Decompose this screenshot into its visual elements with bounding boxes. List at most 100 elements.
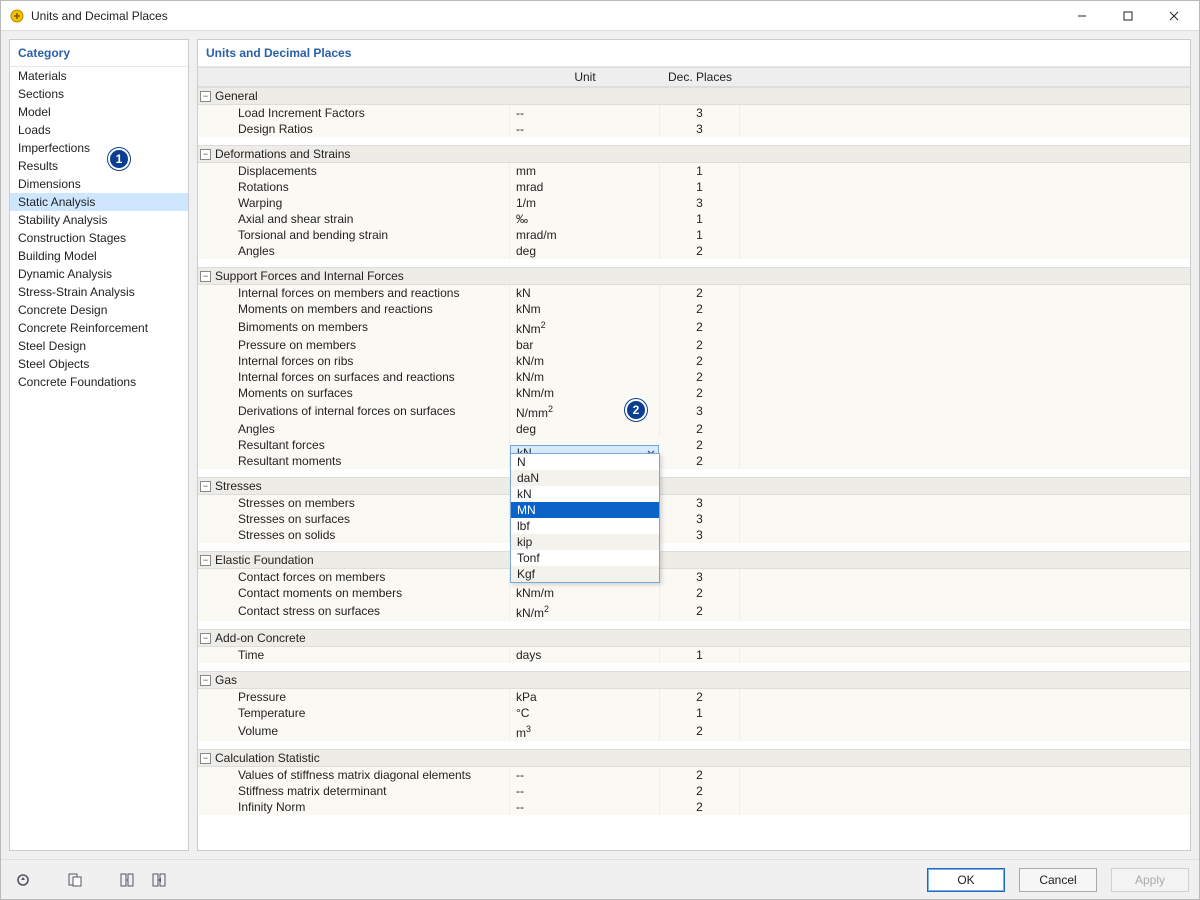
unit-cell[interactable]: kN/m: [510, 369, 660, 385]
dec-places-cell[interactable]: 2: [660, 437, 740, 453]
collapse-icon[interactable]: −: [200, 149, 211, 160]
sidebar-item[interactable]: Stability Analysis: [10, 211, 188, 229]
sidebar-item[interactable]: Static Analysis: [10, 193, 188, 211]
unit-cell[interactable]: kNm/m: [510, 585, 660, 601]
minimize-button[interactable]: [1059, 1, 1105, 31]
dec-places-cell[interactable]: 3: [660, 527, 740, 543]
dropdown-option[interactable]: Tonf: [511, 550, 659, 566]
sidebar-item[interactable]: Results: [10, 157, 188, 175]
dropdown-option[interactable]: kN: [511, 486, 659, 502]
sidebar-item[interactable]: Model: [10, 103, 188, 121]
sidebar-item[interactable]: Loads: [10, 121, 188, 139]
sidebar-item[interactable]: Stress-Strain Analysis: [10, 283, 188, 301]
unit-cell[interactable]: ‰: [510, 211, 660, 227]
unit-cell[interactable]: --: [510, 105, 660, 121]
dec-places-cell[interactable]: 1: [660, 211, 740, 227]
dec-places-cell[interactable]: 2: [660, 337, 740, 353]
collapse-icon[interactable]: −: [200, 633, 211, 644]
unit-cell[interactable]: mrad: [510, 179, 660, 195]
sidebar-item[interactable]: Steel Objects: [10, 355, 188, 373]
dec-places-cell[interactable]: 2: [660, 285, 740, 301]
sidebar-item[interactable]: Dimensions: [10, 175, 188, 193]
unit-cell[interactable]: days: [510, 647, 660, 663]
section-header[interactable]: −Add-on Concrete: [198, 629, 1190, 647]
dec-places-cell[interactable]: 2: [660, 421, 740, 437]
cancel-button[interactable]: Cancel: [1019, 868, 1097, 892]
section-header[interactable]: −Deformations and Strains: [198, 145, 1190, 163]
dropdown-option[interactable]: Kgf: [511, 566, 659, 582]
dec-places-cell[interactable]: 2: [660, 385, 740, 401]
unit-cell[interactable]: kN/m: [510, 353, 660, 369]
unit-cell[interactable]: kNm: [510, 301, 660, 317]
dec-places-cell[interactable]: 2: [660, 319, 740, 335]
section-header[interactable]: −Calculation Statistic: [198, 749, 1190, 767]
dec-places-cell[interactable]: 2: [660, 453, 740, 469]
sidebar-item[interactable]: Concrete Design: [10, 301, 188, 319]
unit-cell[interactable]: bar: [510, 337, 660, 353]
dropdown-option[interactable]: kip: [511, 534, 659, 550]
dec-places-cell[interactable]: 3: [660, 105, 740, 121]
import-profile-button[interactable]: [115, 868, 139, 892]
unit-cell[interactable]: °C: [510, 705, 660, 721]
dropdown-option[interactable]: N: [511, 454, 659, 470]
dec-places-cell[interactable]: 2: [660, 783, 740, 799]
maximize-button[interactable]: [1105, 1, 1151, 31]
dec-places-cell[interactable]: 1: [660, 647, 740, 663]
sidebar-item[interactable]: Imperfections: [10, 139, 188, 157]
dec-places-cell[interactable]: 2: [660, 353, 740, 369]
unit-cell[interactable]: deg: [510, 243, 660, 259]
unit-cell[interactable]: --: [510, 799, 660, 815]
dec-places-cell[interactable]: 2: [660, 767, 740, 783]
dec-places-cell[interactable]: 2: [660, 301, 740, 317]
export-profile-button[interactable]: [147, 868, 171, 892]
dec-places-cell[interactable]: 2: [660, 603, 740, 619]
collapse-icon[interactable]: −: [200, 271, 211, 282]
collapse-icon[interactable]: −: [200, 675, 211, 686]
dec-places-cell[interactable]: 2: [660, 585, 740, 601]
unit-dropdown[interactable]: NdaNkNMNlbfkipTonfKgf: [510, 453, 660, 583]
unit-cell[interactable]: kPa: [510, 689, 660, 705]
unit-cell[interactable]: 1/m: [510, 195, 660, 211]
dec-places-cell[interactable]: 1: [660, 227, 740, 243]
unit-cell[interactable]: m3: [510, 721, 660, 741]
dropdown-option[interactable]: MN: [511, 502, 659, 518]
unit-cell[interactable]: kN/m2: [510, 601, 660, 621]
dec-places-cell[interactable]: 3: [660, 569, 740, 585]
sidebar-item[interactable]: Dynamic Analysis: [10, 265, 188, 283]
reset-button[interactable]: [11, 868, 35, 892]
unit-cell[interactable]: kN: [510, 285, 660, 301]
sidebar-item[interactable]: Building Model: [10, 247, 188, 265]
dec-places-cell[interactable]: 3: [660, 495, 740, 511]
collapse-icon[interactable]: −: [200, 753, 211, 764]
ok-button[interactable]: OK: [927, 868, 1005, 892]
sidebar-item[interactable]: Construction Stages: [10, 229, 188, 247]
dec-places-cell[interactable]: 3: [660, 195, 740, 211]
sidebar-item[interactable]: Concrete Reinforcement: [10, 319, 188, 337]
unit-cell[interactable]: --: [510, 783, 660, 799]
dec-places-cell[interactable]: 3: [660, 403, 740, 419]
unit-cell[interactable]: deg: [510, 421, 660, 437]
sidebar-item[interactable]: Materials: [10, 67, 188, 85]
dec-places-cell[interactable]: 2: [660, 689, 740, 705]
collapse-icon[interactable]: −: [200, 91, 211, 102]
dec-places-cell[interactable]: 2: [660, 369, 740, 385]
dec-places-cell[interactable]: 1: [660, 705, 740, 721]
dec-places-cell[interactable]: 3: [660, 511, 740, 527]
section-header[interactable]: −General: [198, 87, 1190, 105]
collapse-icon[interactable]: −: [200, 481, 211, 492]
unit-cell[interactable]: mrad/m: [510, 227, 660, 243]
dropdown-option[interactable]: lbf: [511, 518, 659, 534]
unit-cell[interactable]: --: [510, 121, 660, 137]
dropdown-option[interactable]: daN: [511, 470, 659, 486]
dec-places-cell[interactable]: 3: [660, 121, 740, 137]
sidebar-item[interactable]: Concrete Foundations: [10, 373, 188, 391]
dec-places-cell[interactable]: 2: [660, 723, 740, 739]
dec-places-cell[interactable]: 1: [660, 163, 740, 179]
dec-places-cell[interactable]: 1: [660, 179, 740, 195]
section-header[interactable]: −Support Forces and Internal Forces: [198, 267, 1190, 285]
sidebar-item[interactable]: Sections: [10, 85, 188, 103]
grid-body[interactable]: −GeneralLoad Increment Factors--3Design …: [198, 87, 1190, 850]
save-profile-button[interactable]: [63, 868, 87, 892]
section-header[interactable]: −Gas: [198, 671, 1190, 689]
section-header[interactable]: −Elastic Foundation: [198, 551, 1190, 569]
